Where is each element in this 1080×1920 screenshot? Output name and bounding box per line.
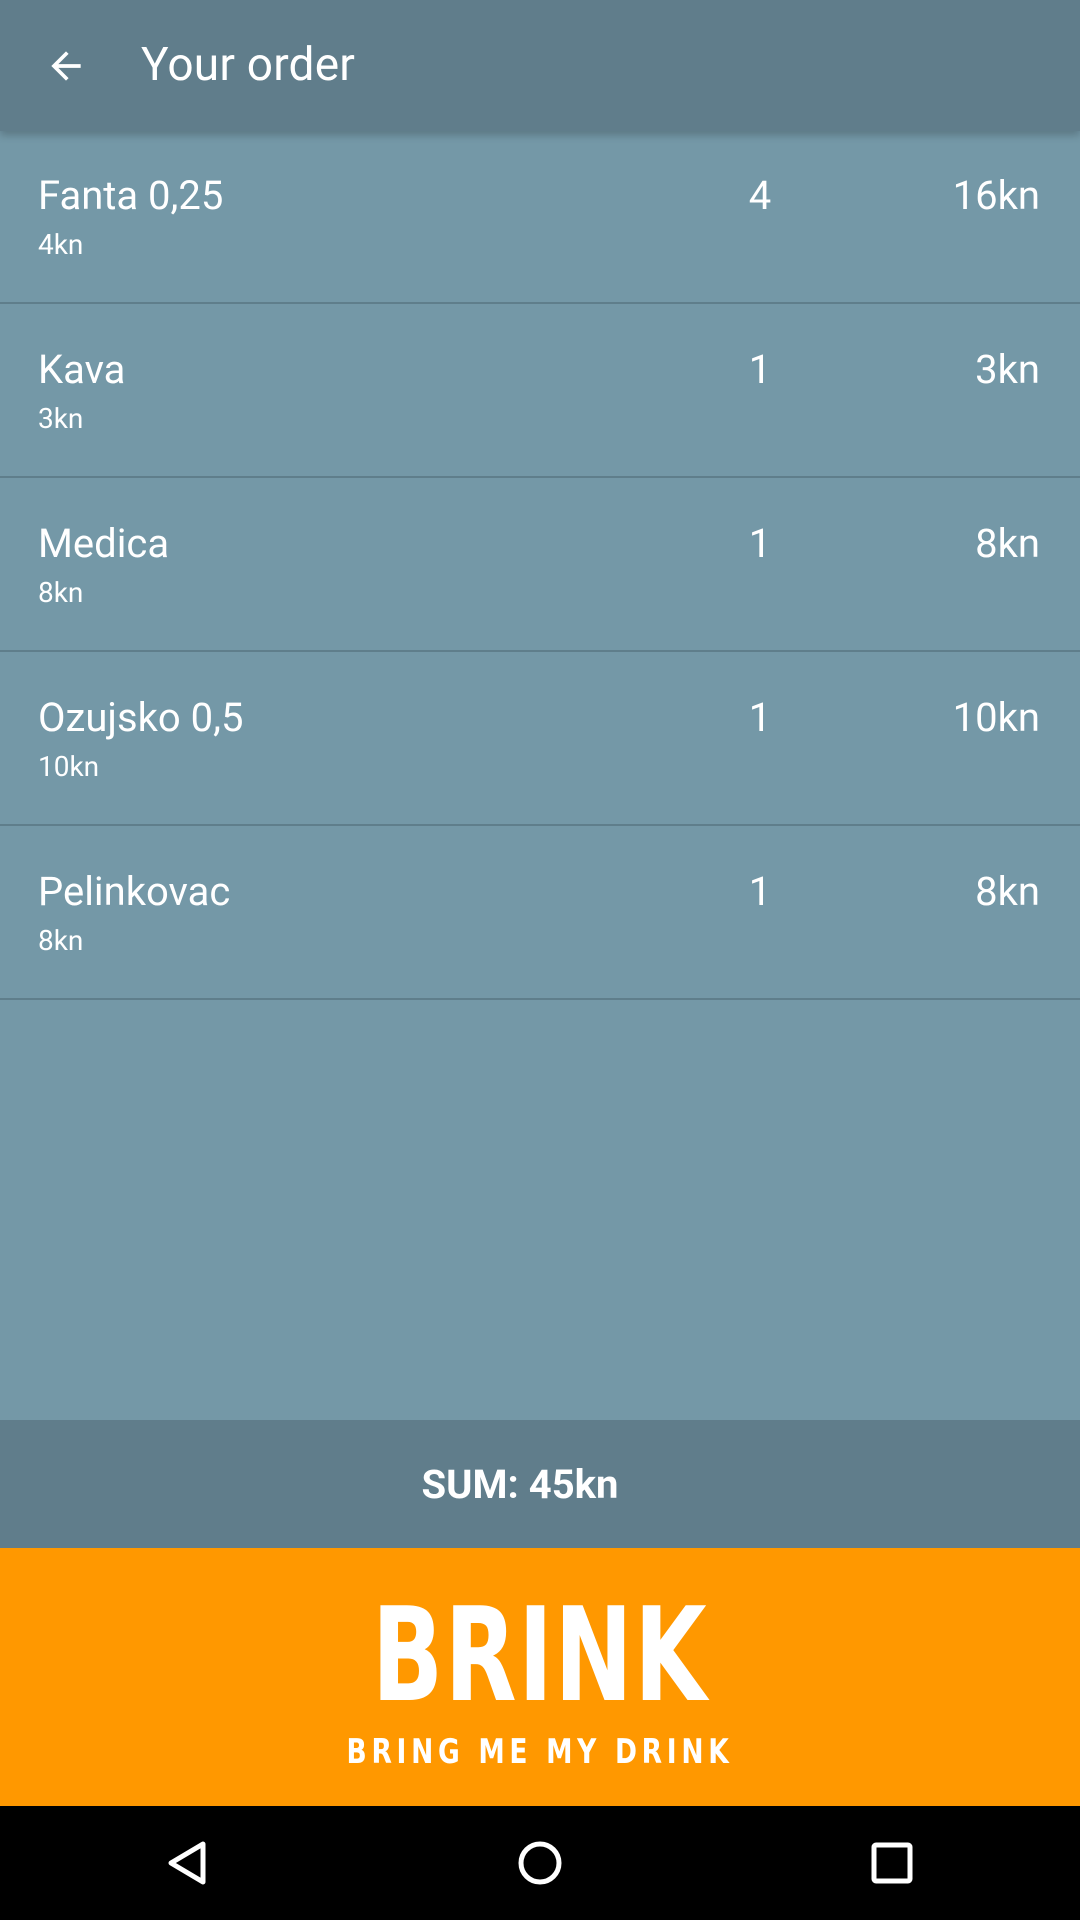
item-quantity: 1: [748, 868, 772, 915]
nav-recents-button[interactable]: [852, 1823, 932, 1903]
item-unit-price: 3kn: [38, 402, 84, 435]
item-name: Medica: [38, 520, 170, 567]
item-name: Ozujsko 0,5: [38, 694, 244, 741]
nav-recents-icon: [871, 1842, 913, 1884]
nav-home-icon: [518, 1841, 562, 1885]
item-name: Fanta 0,25: [38, 172, 224, 219]
nav-back-icon: [168, 1841, 206, 1885]
system-navigation-bar: [0, 1806, 1080, 1920]
item-name: Kava: [38, 346, 126, 393]
brand-tagline: BRING ME MY DRINK: [346, 1732, 734, 1772]
item-unit-price: 8kn: [38, 576, 84, 609]
order-item-row[interactable]: Ozujsko 0,5 10kn 1 10kn: [0, 652, 1080, 826]
order-summary-bar: SUM: 45kn: [0, 1420, 1080, 1548]
item-total: 10kn: [952, 694, 1040, 741]
order-sum: SUM: 45kn: [421, 1460, 619, 1508]
back-button[interactable]: [28, 22, 104, 110]
nav-back-button[interactable]: [148, 1823, 228, 1903]
item-quantity: 1: [748, 346, 772, 393]
item-unit-price: 4kn: [38, 228, 84, 261]
order-list: Fanta 0,25 4kn 4 16kn Kava 3kn 1 3kn Med…: [0, 130, 1080, 1000]
item-unit-price: 8kn: [38, 924, 84, 957]
item-total: 8kn: [975, 868, 1040, 915]
item-unit-price: 10kn: [38, 750, 100, 783]
item-name: Pelinkovac: [38, 868, 231, 915]
page-title: Your order: [141, 38, 356, 92]
nav-home-button[interactable]: [500, 1823, 580, 1903]
order-item-row[interactable]: Pelinkovac 8kn 1 8kn: [0, 826, 1080, 1000]
item-quantity: 4: [748, 172, 772, 219]
item-total: 16kn: [952, 172, 1040, 219]
order-item-row[interactable]: Kava 3kn 1 3kn: [0, 304, 1080, 478]
item-quantity: 1: [748, 520, 772, 567]
app-bar: Your order: [0, 0, 1080, 131]
item-total: 8kn: [975, 520, 1040, 567]
item-quantity: 1: [748, 694, 772, 741]
order-item-row[interactable]: Medica 8kn 1 8kn: [0, 478, 1080, 652]
brand-banner: BRINK BRING ME MY DRINK: [0, 1548, 1080, 1806]
item-total: 3kn: [975, 346, 1040, 393]
order-item-row[interactable]: Fanta 0,25 4kn 4 16kn: [0, 130, 1080, 304]
brand-logo: BRINK: [371, 1579, 709, 1731]
arrow-back-icon: [51, 51, 81, 81]
